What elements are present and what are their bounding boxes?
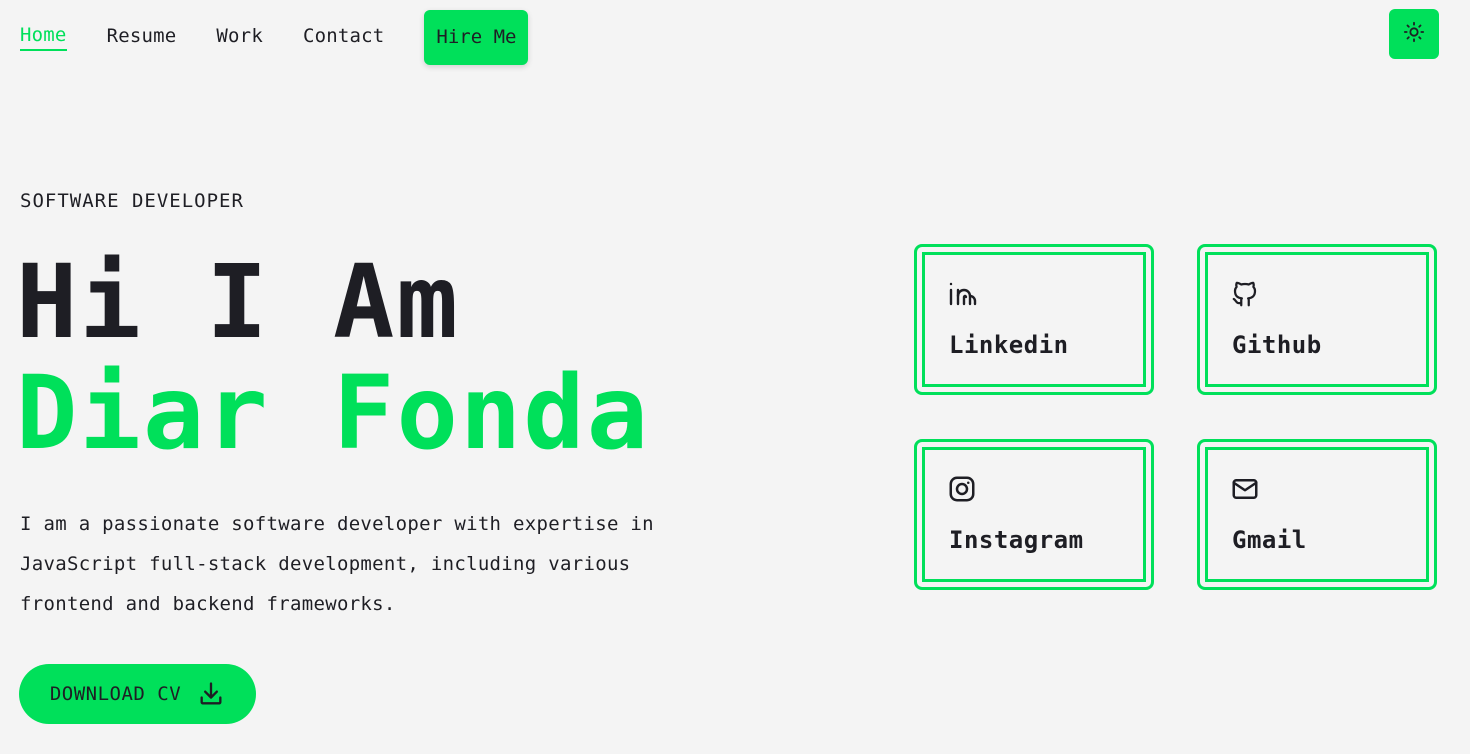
nav-link-work[interactable]: Work [216,25,263,50]
social-card-instagram[interactable]: Instagram [914,439,1154,590]
hero-name: Diar Fonda [16,354,651,473]
social-card-linkedin[interactable]: Linkedin [914,244,1154,395]
social-label-gmail: Gmail [1232,526,1307,554]
theme-toggle-button[interactable] [1389,9,1439,59]
linkedin-icon [947,277,981,311]
instagram-icon [947,472,981,506]
download-icon [197,680,225,708]
mail-icon [1230,472,1264,506]
download-cv-label: DOWNLOAD CV [49,683,182,705]
download-cv-button[interactable]: DOWNLOAD CV [19,664,256,724]
social-label-instagram: Instagram [949,526,1084,554]
github-icon [1230,277,1264,311]
top-nav: Home Resume Work Contact Hire Me [20,9,529,65]
nav-link-resume[interactable]: Resume [107,25,177,50]
social-card-github[interactable]: Github [1197,244,1437,395]
hire-me-button[interactable]: Hire Me [424,9,529,65]
hero-greeting: Hi I Am [16,243,460,362]
social-label-github: Github [1232,331,1322,359]
nav-link-home[interactable]: Home [20,24,67,51]
page: Home Resume Work Contact Hire Me SOFTWAR… [0,0,1470,754]
nav-link-contact[interactable]: Contact [303,25,384,50]
social-card-gmail[interactable]: Gmail [1197,439,1437,590]
hero-subtitle: SOFTWARE DEVELOPER [20,190,244,212]
sun-icon [1403,21,1425,47]
social-label-linkedin: Linkedin [949,331,1069,359]
hero-description: I am a passionate software developer wit… [20,513,654,615]
